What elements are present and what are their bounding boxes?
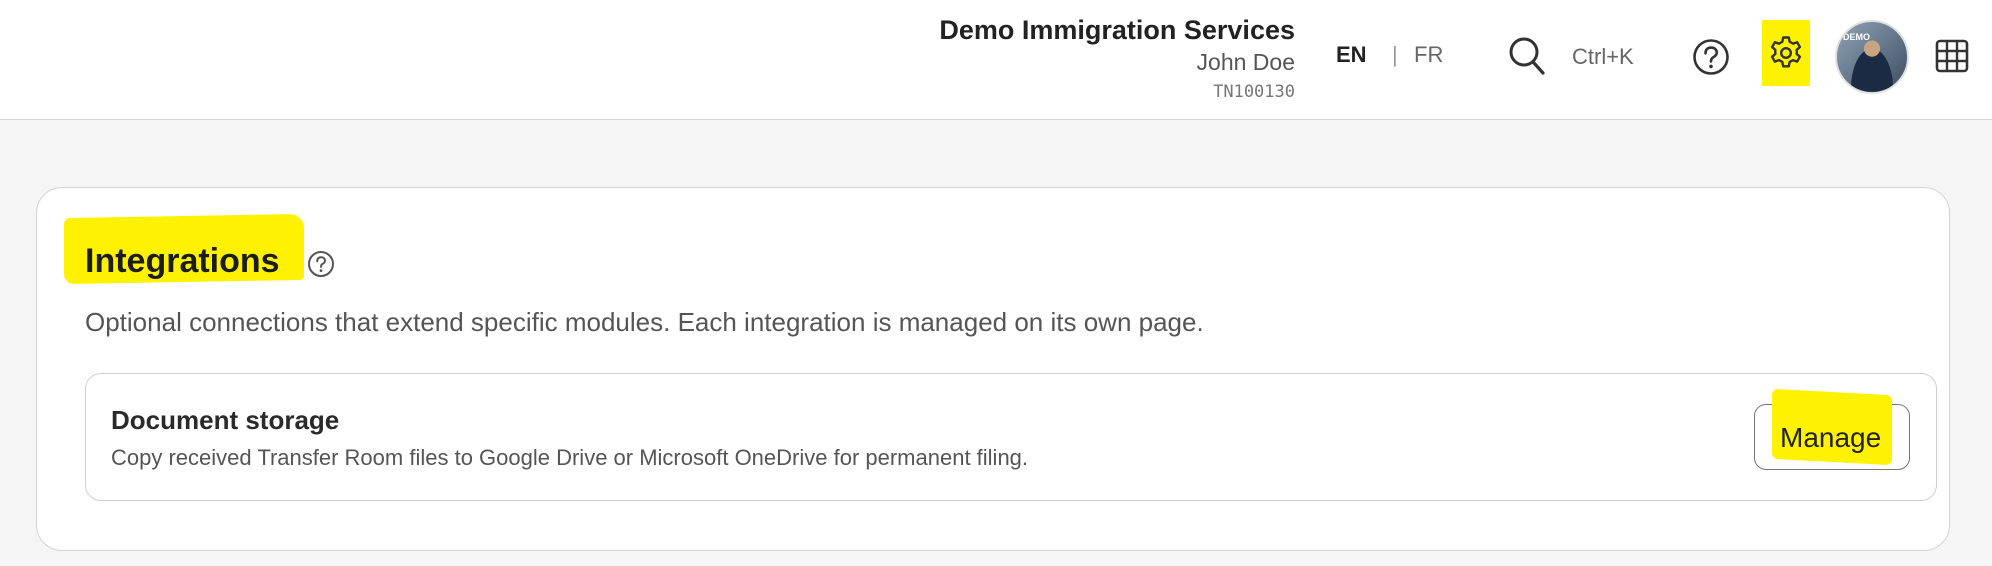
language-separator: |	[1392, 42, 1398, 67]
help-icon[interactable]	[1692, 38, 1730, 76]
language-fr[interactable]: FR	[1414, 42, 1443, 68]
help-circle-icon[interactable]	[307, 250, 335, 278]
integration-title: Document storage	[111, 405, 340, 435]
integration-row-document-storage	[85, 373, 1937, 501]
integrations-title: Integrations	[85, 242, 280, 280]
search-icon[interactable]	[1508, 36, 1546, 76]
apps-grid-icon[interactable]	[1934, 38, 1970, 74]
user-name: John Doe	[1196, 49, 1295, 75]
integrations-description: Optional connections that extend specifi…	[85, 307, 1204, 337]
manage-button-label[interactable]: Manage	[1780, 422, 1881, 454]
avatar[interactable]: DEMO	[1835, 20, 1909, 94]
user-code: TN100130	[1213, 82, 1295, 102]
integration-description: Copy received Transfer Room files to Goo…	[111, 445, 1029, 470]
avatar-badge-text: DEMO	[1843, 32, 1870, 42]
gear-icon	[1770, 36, 1802, 68]
org-name: Demo Immigration Services	[939, 15, 1295, 45]
search-shortcut[interactable]: Ctrl+K	[1572, 44, 1634, 70]
top-bar: Demo Immigration Services John Doe TN100…	[0, 0, 1992, 120]
language-en[interactable]: EN	[1336, 42, 1367, 68]
settings-button[interactable]	[1762, 20, 1810, 86]
org-user-block: Demo Immigration Services John Doe TN100…	[939, 14, 1295, 104]
